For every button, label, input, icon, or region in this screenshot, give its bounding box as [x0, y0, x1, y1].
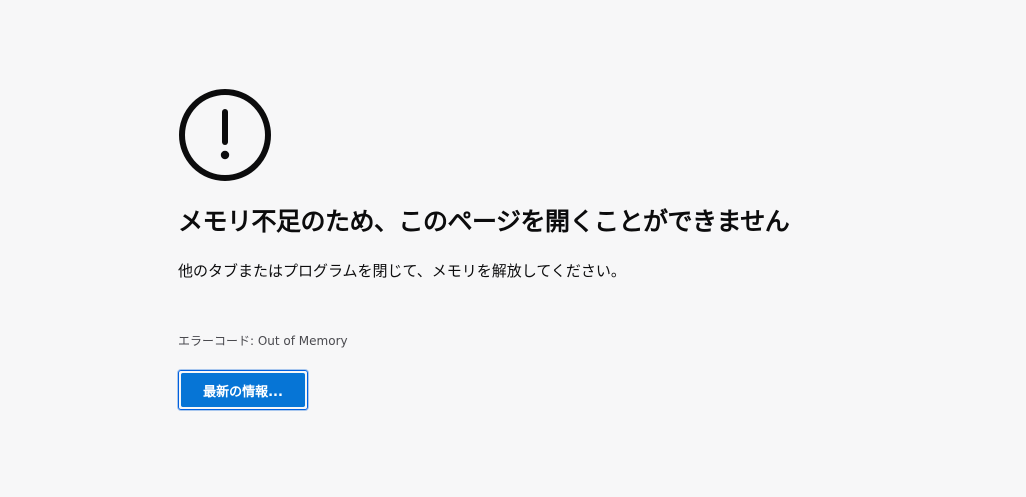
page-title: メモリ不足のため、このページを開くことができません: [178, 207, 790, 236]
error-description: 他のタブまたはプログラムを閉じて、メモリを解放してください。: [178, 262, 626, 280]
refresh-button-focus-ring: 最新の情報...: [178, 370, 308, 410]
error-content: メモリ不足のため、このページを開くことができません 他のタブまたはプログラムを閉…: [178, 88, 938, 410]
error-page: メモリ不足のため、このページを開くことができません 他のタブまたはプログラムを閉…: [0, 0, 1026, 497]
exclamation-circle-icon: [179, 89, 271, 181]
error-code: エラーコード: Out of Memory: [178, 334, 348, 348]
refresh-button[interactable]: 最新の情報...: [181, 373, 305, 407]
